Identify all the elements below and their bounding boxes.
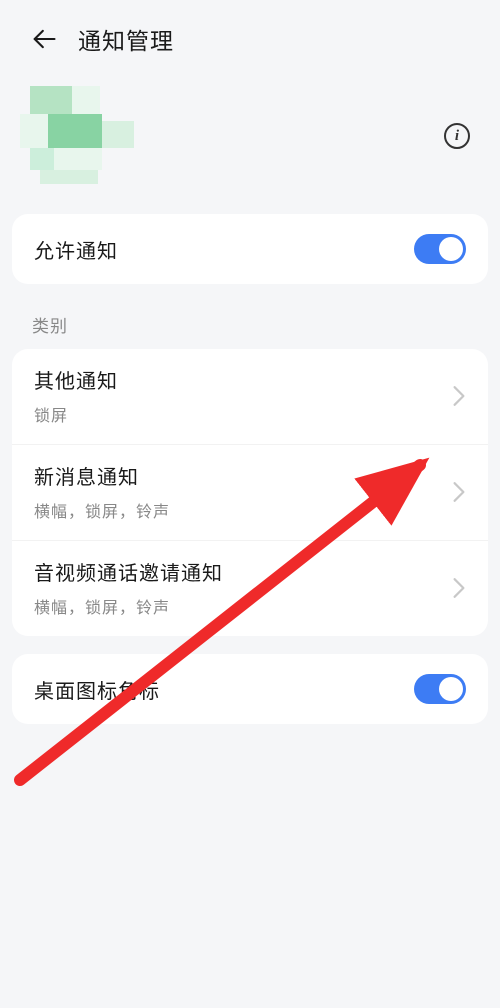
allow-notification-card: 允许通知: [12, 214, 488, 284]
allow-notification-row[interactable]: 允许通知: [12, 214, 488, 284]
page-title: 通知管理: [78, 22, 174, 56]
desktop-badge-label: 桌面图标角标: [34, 675, 160, 704]
info-icon[interactable]: i: [444, 123, 470, 149]
category-title: 其他通知: [34, 365, 118, 394]
category-title: 音视频通话邀请通知: [34, 557, 223, 586]
category-list-card: 其他通知 锁屏 新消息通知 横幅，锁屏，铃声 音视频通话邀请通知 横幅，锁屏，铃…: [12, 349, 488, 636]
badge-card: 桌面图标角标: [12, 654, 488, 724]
allow-notification-toggle[interactable]: [414, 234, 466, 264]
app-info-section: i: [0, 64, 500, 214]
desktop-badge-row[interactable]: 桌面图标角标: [12, 654, 488, 724]
category-subtitle: 横幅，锁屏，铃声: [34, 498, 170, 522]
category-row-av-call-invite[interactable]: 音视频通话邀请通知 横幅，锁屏，铃声: [12, 541, 488, 636]
chevron-right-icon: [452, 577, 466, 599]
allow-notification-label: 允许通知: [34, 235, 118, 264]
app-icon: [20, 86, 140, 186]
chevron-right-icon: [452, 385, 466, 407]
category-subtitle: 锁屏: [34, 402, 118, 426]
chevron-right-icon: [452, 481, 466, 503]
category-title: 新消息通知: [34, 461, 170, 490]
category-section-label: 类别: [0, 302, 500, 349]
category-row-other[interactable]: 其他通知 锁屏: [12, 349, 488, 445]
header: 通知管理: [0, 0, 500, 64]
category-subtitle: 横幅，锁屏，铃声: [34, 594, 223, 618]
back-arrow-icon[interactable]: [30, 25, 58, 53]
desktop-badge-toggle[interactable]: [414, 674, 466, 704]
category-row-new-message[interactable]: 新消息通知 横幅，锁屏，铃声: [12, 445, 488, 541]
